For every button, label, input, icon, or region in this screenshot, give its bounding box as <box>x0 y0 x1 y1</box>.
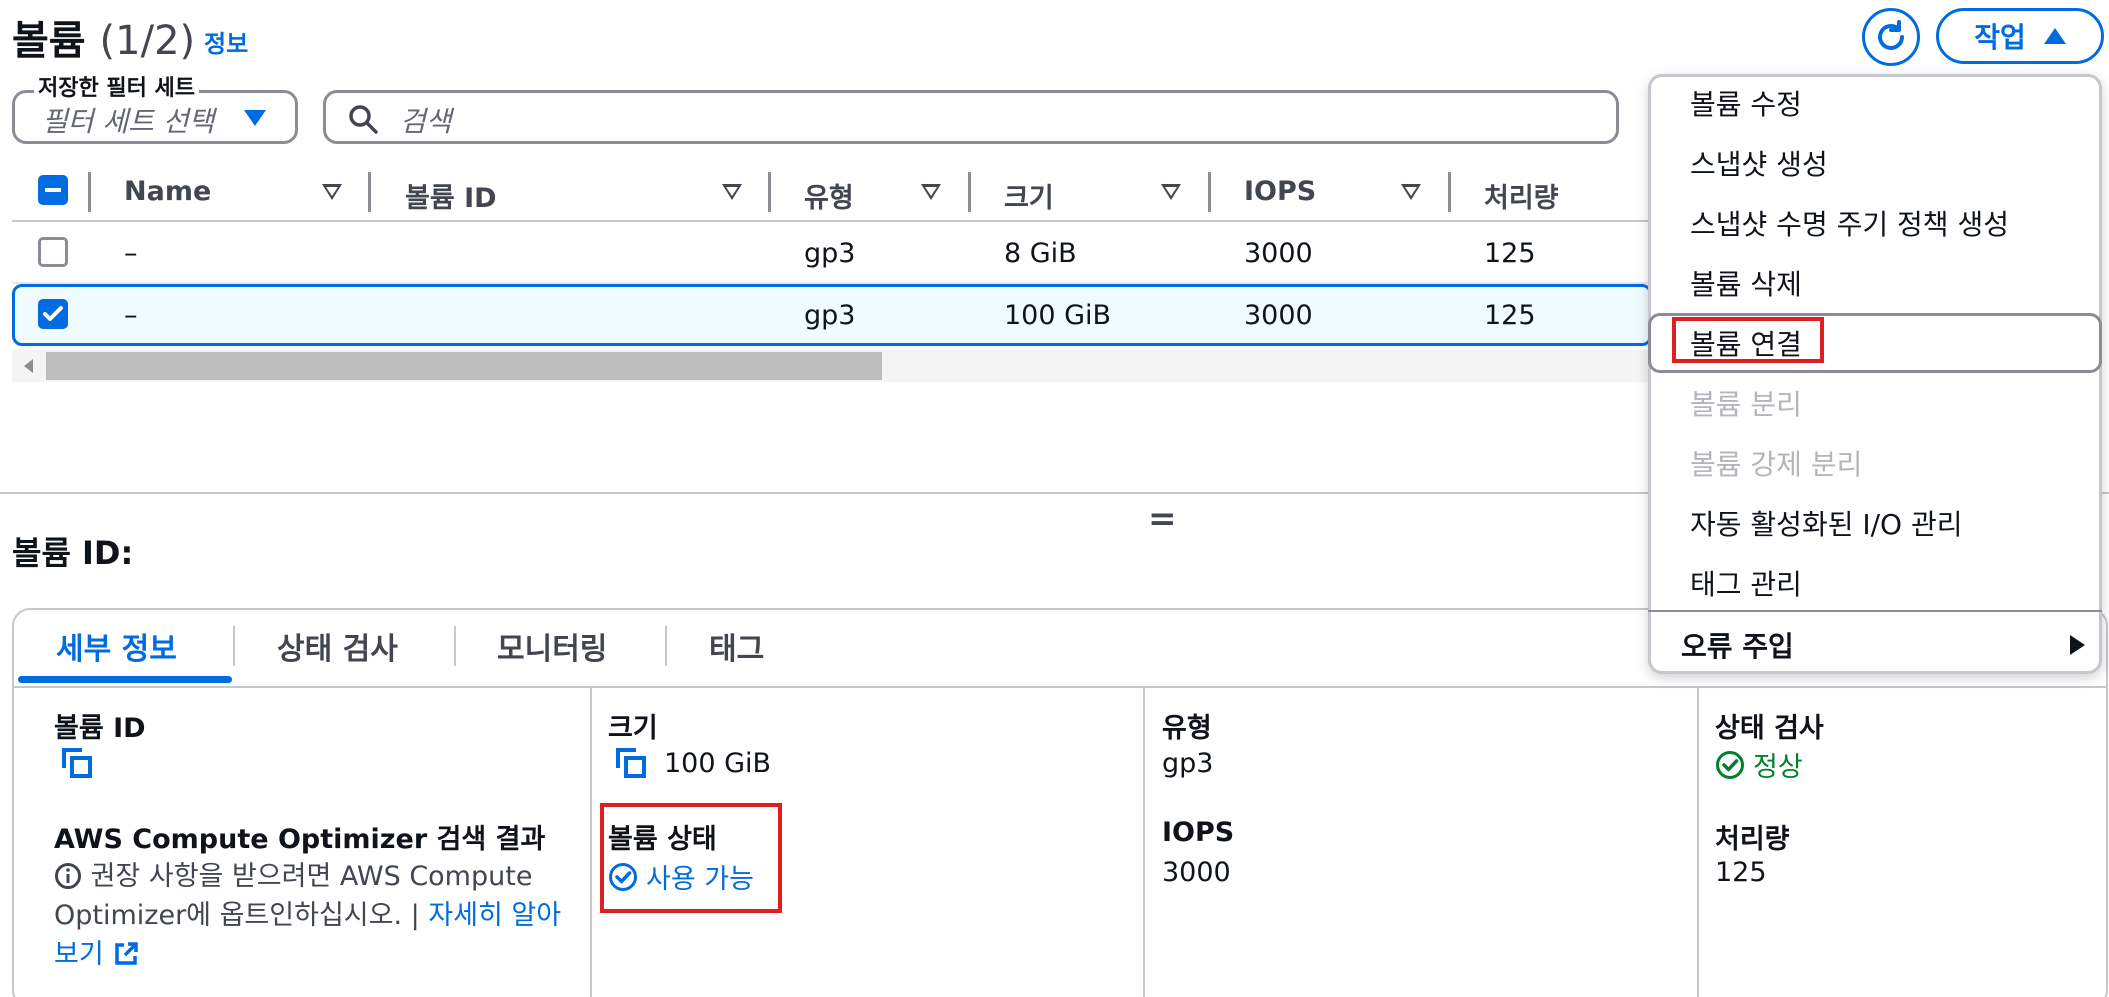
optimizer-text: 권장 사항을 받으려면 AWS Compute Optimizer에 옵트인하십… <box>54 857 574 974</box>
column-separator[interactable] <box>768 172 771 212</box>
check-circle-icon <box>1716 750 1744 779</box>
saved-filter-placeholder: 필터 세트 선택 <box>42 105 215 138</box>
caret-down-icon <box>244 110 266 126</box>
cell-name: – <box>124 238 138 269</box>
tab-divider <box>12 686 2108 688</box>
menu-item-delete-volume[interactable]: 볼륨 삭제 <box>1690 263 1802 303</box>
column-divider <box>1143 686 1145 997</box>
row-checkbox[interactable] <box>38 237 68 267</box>
sort-icon[interactable] <box>322 184 342 200</box>
caret-right-icon <box>2070 635 2085 655</box>
cell-size: 100 GiB <box>1004 300 1112 331</box>
menu-item-force-detach-volume: 볼륨 강제 분리 <box>1690 448 1863 481</box>
scroll-left-icon[interactable] <box>24 359 33 373</box>
selection-count: (1/2) <box>99 18 196 64</box>
menu-separator <box>1648 610 2102 612</box>
throughput-label: 처리량 <box>1715 824 1790 855</box>
active-tab-indicator <box>18 676 232 683</box>
annotation-box <box>600 803 782 913</box>
column-separator[interactable] <box>968 172 971 212</box>
cell-name: – <box>124 300 138 331</box>
menu-item-create-snapshot[interactable]: 스냅샷 생성 <box>1690 143 1828 183</box>
sort-icon[interactable] <box>722 184 742 200</box>
column-divider <box>590 686 592 997</box>
info-icon <box>55 863 81 889</box>
external-link-icon[interactable] <box>112 940 140 968</box>
cell-size: 8 GiB <box>1004 238 1077 269</box>
cell-throughput: 125 <box>1484 300 1536 331</box>
column-header-type[interactable]: 유형 <box>804 176 854 215</box>
annotation-box <box>1672 317 1824 363</box>
column-separator[interactable] <box>368 172 371 212</box>
tab-monitoring[interactable]: 모니터링 <box>497 624 607 668</box>
cell-throughput: 125 <box>1484 238 1536 269</box>
tab-tags[interactable]: 태그 <box>709 624 764 668</box>
cell-iops: 3000 <box>1244 300 1313 331</box>
refresh-icon <box>1878 20 1904 50</box>
cell-type: gp3 <box>804 238 856 269</box>
tab-separator <box>233 626 235 666</box>
search-input[interactable] <box>323 90 1619 144</box>
volume-id-label: 볼륨 ID <box>54 713 146 744</box>
type-value: gp3 <box>1162 748 1214 779</box>
copy-icon[interactable] <box>616 748 646 778</box>
column-header-iops[interactable]: IOPS <box>1244 176 1316 207</box>
details-title: 볼륨 ID: <box>12 534 134 572</box>
menu-item-detach-volume: 볼륨 분리 <box>1690 388 1802 421</box>
status-check-text: 정상 <box>1753 752 1803 783</box>
actions-button[interactable]: 작업 <box>1936 8 2104 64</box>
sort-icon[interactable] <box>921 184 941 200</box>
throughput-value: 125 <box>1715 857 1767 888</box>
check-icon <box>43 306 63 321</box>
column-divider <box>1697 686 1699 997</box>
column-separator[interactable] <box>1208 172 1211 212</box>
menu-item-modify-volume[interactable]: 볼륨 수정 <box>1690 83 1802 123</box>
saved-filter-label: 저장한 필터 세트 <box>34 70 199 102</box>
menu-item-create-lifecycle-policy[interactable]: 스냅샷 수명 주기 정책 생성 <box>1690 203 2009 243</box>
column-separator <box>88 172 91 212</box>
info-link[interactable]: 정보 <box>204 24 248 59</box>
search-placeholder: 검색 <box>400 105 452 138</box>
copy-icon[interactable] <box>62 748 92 778</box>
menu-item-manage-tags[interactable]: 태그 관리 <box>1690 563 1802 603</box>
sort-icon[interactable] <box>1161 184 1181 200</box>
select-all-checkbox[interactable] <box>38 175 68 205</box>
search-icon <box>349 105 378 134</box>
column-separator[interactable] <box>1448 172 1451 212</box>
scrollbar-thumb[interactable] <box>46 352 882 380</box>
column-header-name[interactable]: Name <box>124 176 211 207</box>
tab-status-checks[interactable]: 상태 검사 <box>277 624 398 668</box>
tab-separator <box>665 626 667 666</box>
menu-item-manage-auto-enabled-io[interactable]: 자동 활성화된 I/O 관리 <box>1690 503 1963 543</box>
iops-value: 3000 <box>1162 857 1231 888</box>
column-header-throughput[interactable]: 처리량 <box>1484 176 1559 215</box>
status-check-label: 상태 검사 <box>1715 713 1824 744</box>
sort-icon[interactable] <box>1401 184 1421 200</box>
menu-item-fault-injection[interactable]: 오류 주입 <box>1681 625 1794 665</box>
column-header-size[interactable]: 크기 <box>1004 176 1054 215</box>
cell-type: gp3 <box>804 300 856 331</box>
split-drag-handle[interactable]: = <box>1148 499 1177 539</box>
size-label: 크기 <box>608 713 658 744</box>
page-title: 볼륨 (1/2) <box>12 8 195 66</box>
size-value: 100 GiB <box>664 748 772 779</box>
page-title-text: 볼륨 <box>12 18 86 64</box>
status-check-value: 정상 <box>1715 745 1803 784</box>
iops-label: IOPS <box>1162 817 1235 848</box>
actions-button-label: 작업 <box>1974 21 2026 54</box>
row-checkbox-checked[interactable] <box>38 299 68 329</box>
cell-iops: 3000 <box>1244 238 1313 269</box>
refresh-button[interactable] <box>1862 8 1920 66</box>
caret-up-icon <box>2043 28 2066 44</box>
optimizer-label: AWS Compute Optimizer 검색 결과 <box>54 824 546 855</box>
type-label: 유형 <box>1162 713 1212 744</box>
column-header-volume-id[interactable]: 볼륨 ID <box>405 176 497 215</box>
tab-separator <box>454 626 456 666</box>
tab-details[interactable]: 세부 정보 <box>56 624 177 668</box>
